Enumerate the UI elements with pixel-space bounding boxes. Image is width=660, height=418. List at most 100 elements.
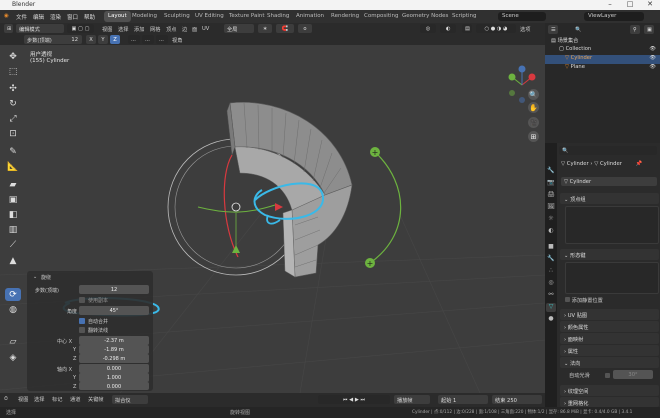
- measure-icon[interactable]: 📐: [5, 160, 21, 173]
- auto-merge-checkbox[interactable]: [79, 318, 85, 324]
- timeline-editor-icon[interactable]: ⏱: [4, 396, 8, 403]
- props-search-input[interactable]: 🔍: [559, 146, 657, 155]
- mode-selector[interactable]: 编辑模式: [16, 24, 64, 33]
- menu-file[interactable]: 文件: [16, 13, 27, 21]
- section-normals[interactable]: ⌄ 法向: [560, 357, 659, 368]
- scale-icon[interactable]: ⤢: [5, 112, 21, 125]
- fit-button[interactable]: 拟合仪: [112, 395, 148, 404]
- menu-select[interactable]: 选择: [118, 26, 128, 33]
- section-vertex-groups[interactable]: ⌄ 顶点组: [560, 193, 659, 204]
- axis-x-button[interactable]: X: [86, 35, 96, 44]
- world-tab-icon[interactable]: ◐: [546, 227, 556, 236]
- rest-position-row[interactable]: 添加静置位置: [565, 297, 603, 304]
- section-attributes[interactable]: › 属性: [560, 345, 659, 356]
- workspace-tab-compositing[interactable]: Compositing: [360, 11, 402, 22]
- visibility-icon[interactable]: 👁: [649, 55, 656, 61]
- workspace-tab-layout[interactable]: Layout: [104, 11, 131, 22]
- annotate-icon[interactable]: ✎: [5, 145, 21, 158]
- center-z-field[interactable]: -0.298 m: [79, 354, 149, 363]
- render-tab-icon[interactable]: 📷: [546, 179, 556, 188]
- dupli-checkbox[interactable]: [79, 297, 85, 303]
- steps-field[interactable]: 12: [79, 285, 149, 294]
- options-menu[interactable]: 选项: [520, 26, 530, 33]
- menu-uv[interactable]: UV: [202, 26, 209, 32]
- timeline-menu-marker[interactable]: 标记: [52, 396, 62, 403]
- minimize-icon[interactable]: –: [600, 0, 620, 10]
- visibility-icon[interactable]: 👁: [649, 64, 656, 70]
- workspace-tab-geometry-nodes[interactable]: Geometry Nodes: [398, 11, 452, 22]
- workspace-tab-sculpting[interactable]: Sculpting: [160, 11, 194, 22]
- workspace-tab-scripting[interactable]: Scripting: [448, 11, 480, 22]
- blender-logo-icon[interactable]: ◉: [4, 13, 9, 19]
- timeline-menu-select[interactable]: 选择: [34, 396, 44, 403]
- scene-selector[interactable]: Scene: [498, 12, 546, 21]
- knife-icon[interactable]: ⟋: [5, 238, 21, 251]
- cylinder-mesh[interactable]: [226, 102, 353, 278]
- output-tab-icon[interactable]: 🖨: [546, 191, 556, 200]
- timeline-menu-keyframe[interactable]: 关键帧: [88, 396, 104, 403]
- scene-tab-icon[interactable]: ☼: [546, 215, 556, 224]
- rip-icon[interactable]: ◈: [5, 351, 21, 364]
- close-icon[interactable]: ✕: [640, 0, 660, 10]
- workspace-tab-uv-editing[interactable]: UV Editing: [191, 11, 228, 22]
- center-x-field[interactable]: -2.37 m: [79, 336, 149, 345]
- visibility-icon[interactable]: 👁: [649, 46, 656, 52]
- bevel-icon[interactable]: ◧: [5, 208, 21, 221]
- mesh-data-tab-icon[interactable]: ▽: [546, 303, 556, 312]
- menu-view[interactable]: 视图: [102, 26, 112, 33]
- outliner-scene-collection[interactable]: ▤ 场景集合: [545, 37, 660, 46]
- menu-add[interactable]: 添加: [134, 26, 144, 33]
- angle-field[interactable]: 45°: [79, 306, 149, 315]
- last-operator-panel[interactable]: ⌄ 旋绕 步数(顶端) 12 使用副本 角度 45° 自动合并 翻转法线 中心 …: [27, 271, 153, 391]
- move-icon[interactable]: ✣: [5, 82, 21, 95]
- new-collection-icon[interactable]: ▣: [644, 25, 654, 34]
- zoom-icon[interactable]: 🔍: [528, 89, 539, 100]
- inset-icon[interactable]: ▣: [5, 193, 21, 206]
- extrude-icon[interactable]: ▰: [5, 178, 21, 191]
- constraints-tab-icon[interactable]: ⚯: [546, 291, 556, 300]
- axis-y-button[interactable]: Y: [98, 35, 108, 44]
- transform-orientation[interactable]: 全局: [224, 24, 254, 33]
- menu-face[interactable]: 面: [192, 26, 197, 33]
- outliner-editor-icon[interactable]: ☰: [548, 25, 558, 34]
- camera-view-icon[interactable]: 🎥: [528, 117, 539, 128]
- axis-z-field[interactable]: 0.000: [79, 382, 149, 390]
- pivot-point-icon[interactable]: ∗: [258, 24, 272, 33]
- outliner-item-cylinder[interactable]: ▽ Cylinder 👁: [545, 55, 660, 64]
- outliner-item-collection[interactable]: ▢ Collection 👁: [545, 46, 660, 55]
- gizmo-toggle-icon[interactable]: ◎: [420, 24, 436, 33]
- auto-smooth-checkbox[interactable]: [605, 373, 610, 378]
- vertex-groups-list[interactable]: [565, 206, 659, 244]
- props-search-bar[interactable]: 🔍: [559, 146, 659, 155]
- shading-mode-buttons[interactable]: ○ ● ◑ ◕: [476, 24, 516, 33]
- spin-steps-field[interactable]: 步数(顶端) 12: [24, 35, 82, 44]
- loopcut-icon[interactable]: ▥: [5, 223, 21, 236]
- tool-tab-icon[interactable]: 🔧: [546, 167, 556, 176]
- view-layer-tab-icon[interactable]: 🖼: [546, 203, 556, 212]
- xray-toggle-icon[interactable]: ▤: [462, 24, 472, 33]
- workspace-tab-shading[interactable]: Shading: [263, 11, 293, 22]
- snap-icon[interactable]: 🧲: [276, 24, 294, 33]
- material-tab-icon[interactable]: ●: [546, 315, 556, 324]
- extra-option-1[interactable]: ...: [128, 35, 140, 44]
- pin-icon[interactable]: 📌: [636, 161, 643, 167]
- proportional-edit-icon[interactable]: o: [298, 24, 312, 33]
- extra-option-2[interactable]: ...: [142, 35, 154, 44]
- transform-icon[interactable]: ⊡: [5, 127, 21, 140]
- overlay-toggle-icon[interactable]: ◐: [440, 24, 456, 33]
- menu-edge[interactable]: 边: [182, 26, 187, 33]
- select-mode-toggles[interactable]: ▣ ▢ ▢: [67, 24, 94, 33]
- spin-arc-gizmo[interactable]: [369, 151, 402, 264]
- menu-window[interactable]: 窗口: [67, 13, 78, 21]
- section-remesh[interactable]: › 重网格化: [560, 397, 659, 407]
- section-texture-space[interactable]: › 纹理空间: [560, 385, 659, 396]
- section-color-attributes[interactable]: › 颜色属性: [560, 321, 659, 332]
- playback-menu[interactable]: 播放帧: [394, 395, 430, 404]
- pan-icon[interactable]: ✋: [528, 102, 539, 113]
- flip-normals-checkbox[interactable]: [79, 327, 85, 333]
- editor-type-icon[interactable]: ⊞: [4, 24, 13, 33]
- menu-help[interactable]: 帮助: [84, 13, 95, 21]
- extra-option-3[interactable]: ...: [156, 35, 168, 44]
- properties-editor[interactable]: 🔧 📷 🖨 🖼 ☼ ◐ ■ 🔧 ∴ ◎ ⚯ ▽ ● 🔍 ▽ Cylinder ›…: [545, 143, 660, 407]
- polybuild-icon[interactable]: ▲: [5, 254, 21, 267]
